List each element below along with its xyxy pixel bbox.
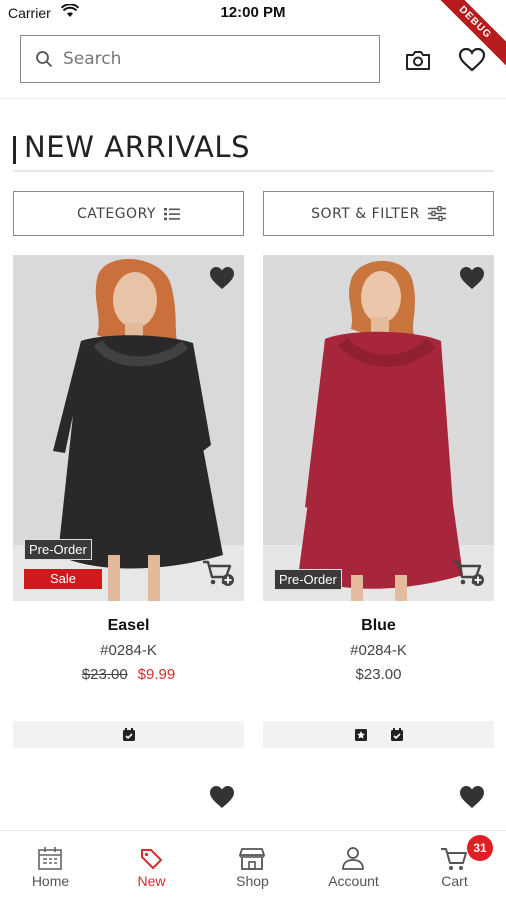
product-price: $23.00	[355, 666, 402, 683]
status-bar: Carrier 12:00 PM	[0, 0, 506, 26]
tag-icon	[141, 849, 162, 869]
add-to-cart-icon[interactable]	[202, 559, 234, 587]
list-icon	[163, 207, 180, 220]
heart-icon[interactable]	[208, 265, 236, 291]
product-model-image	[263, 255, 494, 601]
search-input[interactable]: Search	[20, 35, 380, 83]
bottom-tab-bar: Home New Shop Account Cart	[0, 830, 506, 900]
product-name[interactable]: Blue	[263, 617, 494, 635]
calendar-icon	[38, 847, 62, 870]
preorder-badge: Pre-Order	[24, 539, 92, 560]
product-price: $23.00 $9.99	[13, 666, 244, 683]
tab-home-label: Home	[31, 873, 70, 889]
product-name[interactable]: Easel	[13, 617, 244, 635]
tab-account-label: Account	[328, 873, 379, 889]
product-card[interactable]: Pre-Order Sale Easel #0284-K $23.00 $9.99	[13, 255, 244, 750]
product-photo[interactable]: Pre-Order Sale	[13, 255, 244, 601]
heart-outline-icon[interactable]	[458, 47, 486, 73]
heart-icon[interactable]	[458, 784, 486, 810]
tab-new-label: New	[137, 873, 166, 889]
search-placeholder: Search	[63, 49, 122, 69]
product-info-strip	[13, 721, 244, 748]
cart-count-badge: 31	[467, 835, 493, 861]
product-sku: #0284-K	[100, 642, 157, 659]
tab-account[interactable]: Account	[303, 831, 404, 900]
product-photo[interactable]: Pre-Order	[263, 255, 494, 601]
category-button[interactable]: CATEGORY	[13, 191, 244, 236]
camera-icon[interactable]	[404, 47, 432, 73]
sliders-icon	[427, 206, 446, 221]
category-button-label: CATEGORY	[77, 205, 156, 222]
product-sku: #0284-K	[350, 642, 407, 659]
cart-icon	[441, 848, 467, 870]
heart-icon[interactable]	[458, 265, 486, 291]
product-card[interactable]: Pre-Order Blue #0284-K $23.00	[263, 255, 494, 750]
tab-shop-label: Shop	[236, 873, 269, 889]
page-title: NEW ARRIVALS	[24, 130, 251, 164]
sort-filter-button-label: SORT & FILTER	[311, 205, 420, 222]
tab-shop[interactable]: Shop	[202, 831, 303, 900]
star-box-icon	[354, 728, 367, 741]
preorder-badge: Pre-Order	[274, 569, 342, 590]
heart-icon[interactable]	[208, 784, 236, 810]
sale-badge: Sale	[24, 569, 102, 589]
header-divider	[0, 98, 506, 99]
tab-cart-label: Cart	[441, 873, 468, 889]
add-to-cart-icon[interactable]	[452, 559, 484, 587]
original-price: $23.00	[81, 666, 128, 683]
search-icon	[36, 51, 53, 68]
sale-price: $9.99	[137, 666, 176, 683]
person-icon	[342, 847, 364, 870]
product-info-strip	[263, 721, 494, 748]
tab-home[interactable]: Home	[0, 831, 101, 900]
tab-new[interactable]: New	[101, 831, 202, 900]
calendar-check-icon	[390, 727, 403, 741]
title-divider	[13, 170, 494, 172]
status-time: 12:00 PM	[220, 4, 286, 21]
calendar-check-icon	[122, 727, 135, 741]
title-accent-bar	[13, 136, 16, 164]
sort-filter-button[interactable]: SORT & FILTER	[263, 191, 494, 236]
storefront-icon	[239, 848, 265, 870]
